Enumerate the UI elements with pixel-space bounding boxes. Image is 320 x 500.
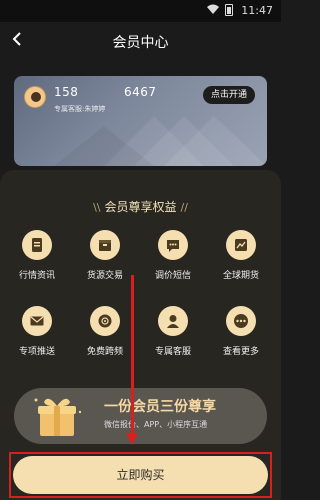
benefit-label: 货源交易 <box>86 271 123 281</box>
gift-box-icon <box>34 398 82 436</box>
benefit-market-news[interactable]: 行情资讯 <box>2 230 72 281</box>
battery-icon <box>225 4 233 16</box>
member-card: 158 6467 专属客服:朱婷婷 点击开通 <box>14 76 267 166</box>
open-button[interactable]: 点击开通 <box>203 86 255 104</box>
status-time: 11:47 <box>241 4 273 17</box>
benefit-label: 行情资讯 <box>18 271 55 281</box>
benefit-label: 免费跨频 <box>86 347 123 357</box>
benefit-free-crossband[interactable]: 免费跨频 <box>70 306 140 357</box>
page-title: 会员中心 <box>112 35 169 51</box>
status-icons <box>207 4 233 16</box>
benefit-global-futures[interactable]: 全球期货 <box>206 230 276 281</box>
benefit-label: 全球期货 <box>222 271 259 281</box>
benefit-label: 查看更多 <box>222 347 259 357</box>
cargo-box-icon <box>90 230 120 260</box>
status-bar: 11:47 <box>0 0 281 22</box>
promo-subtitle: 微信报价、APP、小程序互通 <box>104 420 208 429</box>
service-label: 专属客服:朱婷婷 <box>54 105 106 113</box>
section-title-text: 会员尊享权益 <box>104 200 177 214</box>
promo-title: 一份会员三份尊享 <box>104 399 216 415</box>
section-title: \\ 会员尊享权益// <box>0 198 281 215</box>
benefit-exclusive-service[interactable]: 专属客服 <box>138 306 208 357</box>
right-slashes: // <box>180 201 188 214</box>
benefit-label: 调价短信 <box>154 271 191 281</box>
header: 会员中心 <box>0 22 281 60</box>
benefit-label: 专项推送 <box>18 347 55 357</box>
avatar <box>24 86 46 108</box>
chart-icon <box>226 230 256 260</box>
annotation-arrow-line <box>131 275 134 435</box>
annotation-arrow-head <box>126 433 138 445</box>
buy-now-button[interactable]: 立即购买 <box>13 456 268 494</box>
benefit-price-sms[interactable]: 调价短信 <box>138 230 208 281</box>
wifi-icon <box>207 4 219 14</box>
globe-icon <box>90 306 120 336</box>
left-slashes: \\ <box>93 201 101 214</box>
benefit-special-push[interactable]: 专项推送 <box>2 306 72 357</box>
card-area: 158 6467 专属客服:朱婷婷 点击开通 <box>0 60 281 170</box>
message-icon <box>158 230 188 260</box>
benefit-cargo-trade[interactable]: 货源交易 <box>70 230 140 281</box>
service-icon <box>158 306 188 336</box>
benefit-see-more[interactable]: 查看更多 <box>206 306 276 357</box>
phone-prefix: 158 <box>54 85 79 99</box>
benefits-panel: \\ 会员尊享权益// 行情资讯 货源交易 调价短信 全球期货 专项推送 免费跨… <box>0 170 281 500</box>
promo-banner: 一份会员三份尊享 微信报价、APP、小程序互通 <box>14 388 267 444</box>
benefit-label: 专属客服 <box>154 347 191 357</box>
mail-icon <box>22 306 52 336</box>
document-icon <box>22 230 52 260</box>
more-icon <box>226 306 256 336</box>
highlight-frame: 立即购买 <box>9 452 272 498</box>
phone-suffix: 6467 <box>124 85 157 99</box>
